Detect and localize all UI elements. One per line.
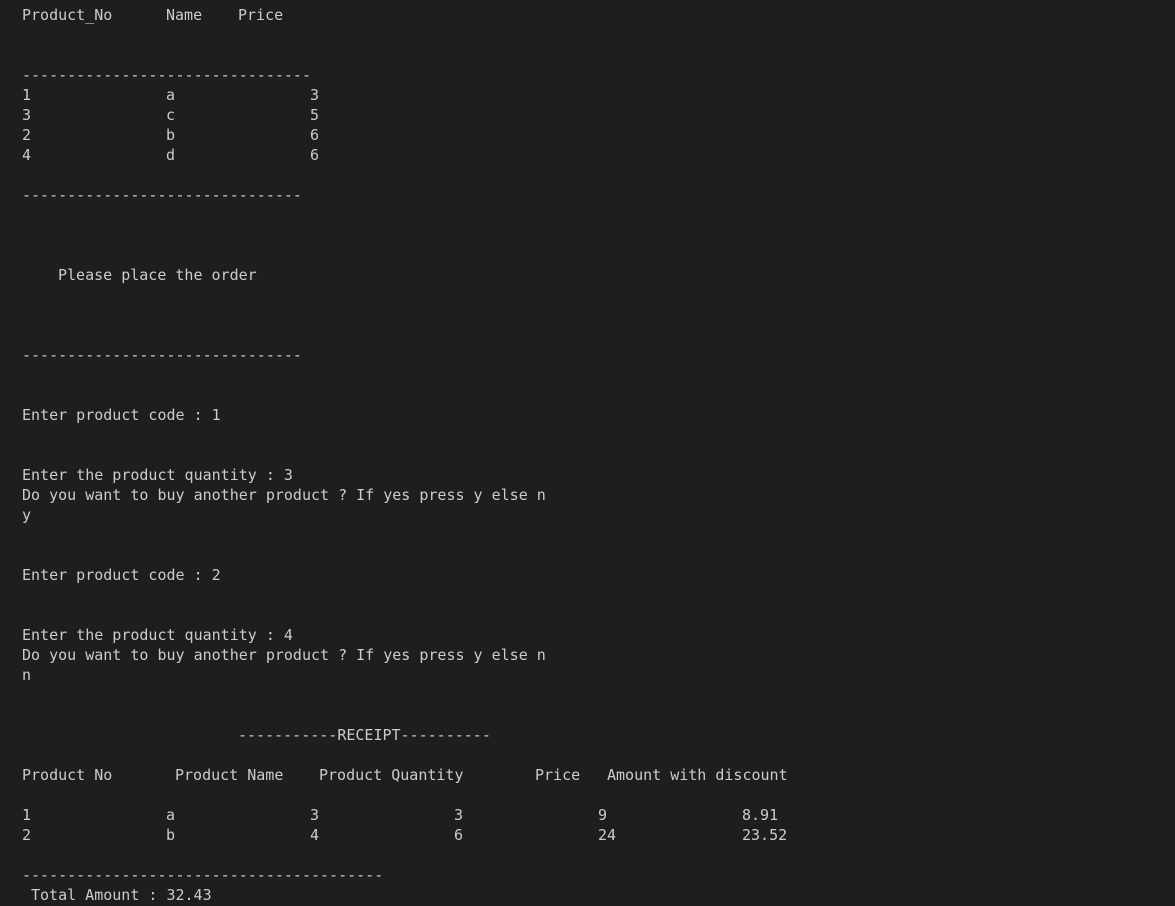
receipt-header-product-no: Product No: [22, 766, 113, 784]
product-row-3-no: 2: [22, 126, 32, 144]
receipt-rule: ----------------------------------------: [22, 866, 384, 884]
receipt-header-amount-with-discount: Amount with discount: [607, 766, 788, 784]
order-rule: -------------------------------: [22, 346, 302, 364]
product-row-2-name: c: [166, 106, 176, 124]
receipt-row-2-no: 2: [22, 826, 32, 844]
product-table-header-price: Price: [238, 6, 284, 24]
product-row-1-name: a: [166, 86, 176, 104]
receipt-row-1-price: 3: [454, 806, 464, 824]
receipt-header-product-name: Product Name: [175, 766, 284, 784]
product-row-2-price: 5: [310, 106, 320, 124]
receipt-header-price: Price: [535, 766, 581, 784]
receipt-row-2-price: 6: [454, 826, 464, 844]
product-table-header-no: Product_No: [22, 6, 113, 24]
receipt-total-amount: Total Amount : 32.43: [31, 886, 212, 904]
terminal-output[interactable]: Product_No Name Price ------------------…: [0, 0, 1175, 906]
receipt-row-1-quantity: 3: [310, 806, 320, 824]
receipt-row-2-name: b: [166, 826, 176, 844]
product-table-rule-top: --------------------------------: [22, 66, 311, 84]
receipt-row-1-amount: 9: [598, 806, 608, 824]
product-row-4-no: 4: [22, 146, 32, 164]
receipt-header-product-quantity: Product Quantity: [319, 766, 464, 784]
order-1-answer: y: [22, 506, 32, 524]
order-1-continue-prompt: Do you want to buy another product ? If …: [22, 486, 546, 504]
product-row-4-name: d: [166, 146, 176, 164]
receipt-row-1-no: 1: [22, 806, 32, 824]
product-table-rule-bottom: -------------------------------: [22, 186, 302, 204]
product-table-header-name: Name: [166, 6, 203, 24]
order-prompt: Please place the order: [58, 266, 257, 284]
product-row-3-price: 6: [310, 126, 320, 144]
receipt-row-1-name: a: [166, 806, 176, 824]
order-1-quantity-prompt: Enter the product quantity : 3: [22, 466, 293, 484]
receipt-row-2-quantity: 4: [310, 826, 320, 844]
order-2-code-prompt: Enter product code : 2: [22, 566, 221, 584]
receipt-row-1-discounted-amount: 8.91: [742, 806, 779, 824]
order-2-answer: n: [22, 666, 32, 684]
order-1-code-prompt: Enter product code : 1: [22, 406, 221, 424]
product-row-1-no: 1: [22, 86, 32, 104]
receipt-title: -----------RECEIPT----------: [238, 726, 491, 744]
order-2-continue-prompt: Do you want to buy another product ? If …: [22, 646, 546, 664]
product-row-2-no: 3: [22, 106, 32, 124]
product-row-3-name: b: [166, 126, 176, 144]
product-row-1-price: 3: [310, 86, 320, 104]
order-2-quantity-prompt: Enter the product quantity : 4: [22, 626, 293, 644]
receipt-row-2-amount: 24: [598, 826, 617, 844]
product-row-4-price: 6: [310, 146, 320, 164]
receipt-row-2-discounted-amount: 23.52: [742, 826, 788, 844]
